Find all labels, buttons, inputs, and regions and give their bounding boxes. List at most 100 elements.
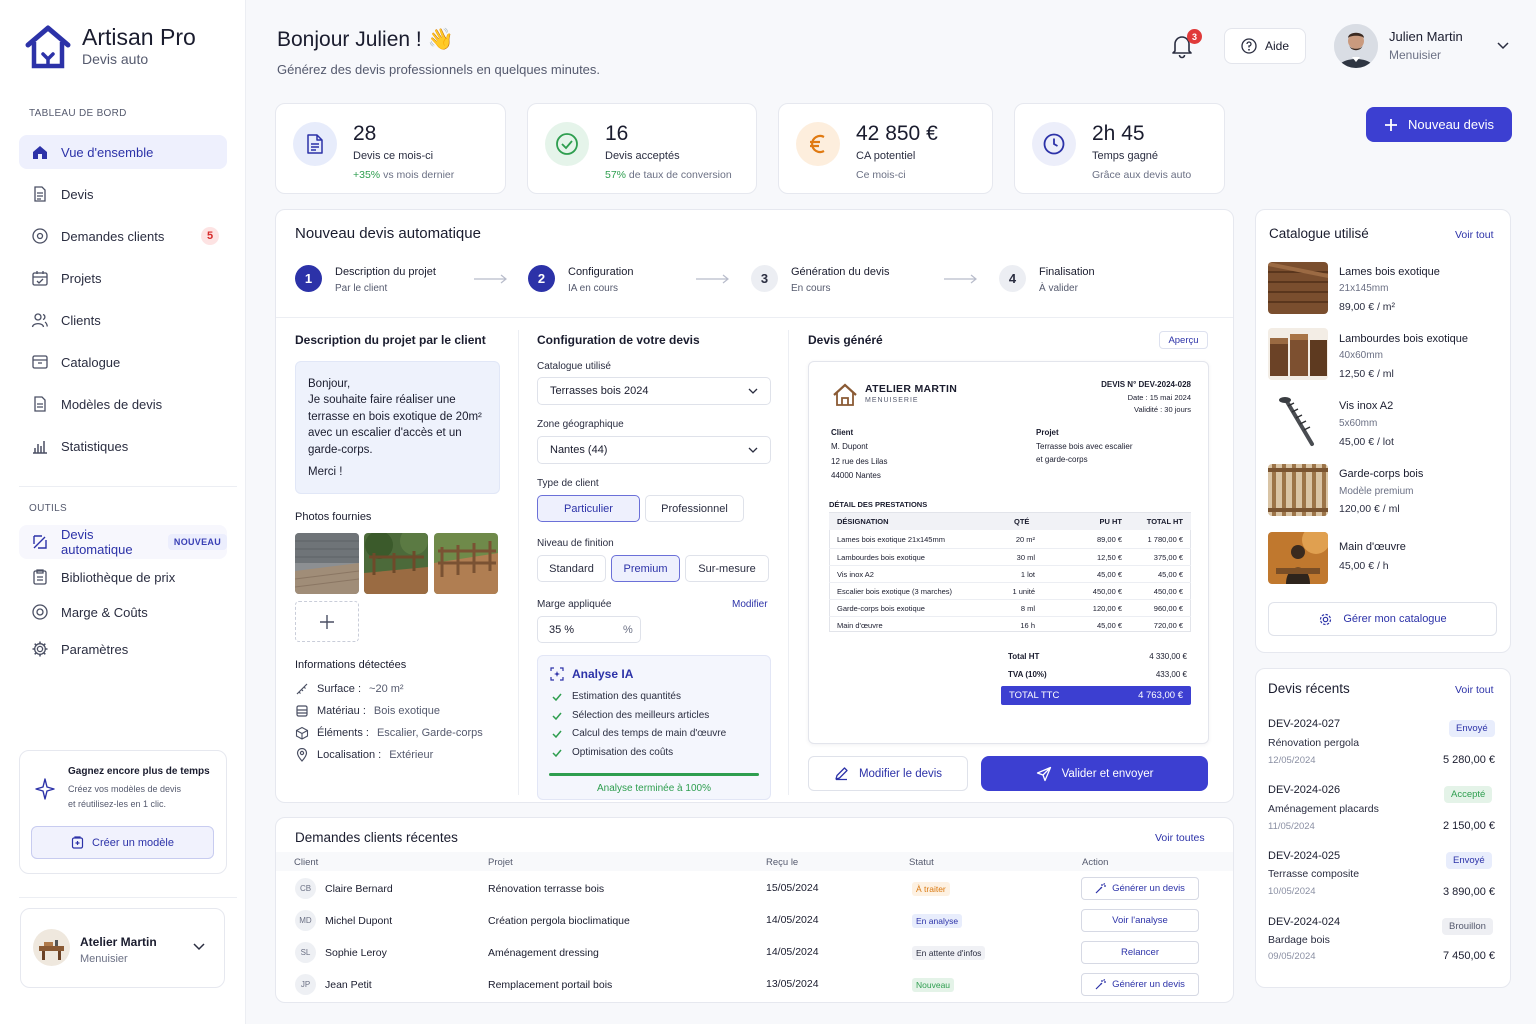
stat-sub: Ce mois-ci [856, 169, 906, 181]
sidebar-item-projects[interactable]: Projets [19, 261, 227, 295]
quote-amount: 5 280,00 € [1443, 754, 1495, 766]
catalogue-title: Catalogue utilisé [1269, 226, 1369, 241]
create-template-button[interactable]: Créer un modèle [31, 826, 214, 859]
edit-quote-button[interactable]: Modifier le devis [808, 756, 968, 791]
home-icon [31, 143, 49, 161]
step-1-title: Description du projet [335, 266, 436, 278]
doc-tva: 433,00 € [1155, 670, 1187, 679]
sidebar-item-label: Statistiques [61, 438, 129, 454]
quote-status-badge: Envoyé [1449, 720, 1495, 737]
sidebar-item-quotes[interactable]: Devis [19, 177, 227, 211]
house-logo-icon [832, 383, 858, 407]
client-type-professionnel[interactable]: Professionnel [645, 495, 744, 522]
project-name: Remplacement portail bois [488, 979, 613, 991]
column-divider [518, 330, 519, 795]
sidebar-item-stats[interactable]: Statistiques [19, 429, 227, 463]
doc-validity: Validité : 30 jours [1134, 405, 1191, 414]
ai-item: Calcul des temps de main d'œuvre [552, 728, 726, 739]
railing-thumbnail [1268, 464, 1328, 516]
client-type-particulier[interactable]: Particulier [537, 495, 640, 522]
quote-date: 12/05/2024 [1268, 755, 1316, 766]
message-line: avec un escalier d'accès et un [308, 427, 462, 440]
sidebar-item-margins[interactable]: Marge & Coûts [19, 595, 227, 629]
remind-button[interactable]: Relancer [1081, 941, 1199, 964]
check-icon [552, 712, 562, 720]
brand[interactable]: Artisan Pro Devis auto [24, 24, 196, 70]
sidebar-item-settings[interactable]: Paramètres [19, 632, 227, 666]
quote-name: Rénovation pergola [1268, 737, 1360, 749]
finish-custom[interactable]: Sur-mesure [685, 555, 769, 582]
box-icon [31, 353, 49, 371]
preview-button[interactable]: Aperçu [1159, 331, 1208, 349]
section-dashboard: TABLEAU DE BORD [29, 108, 127, 119]
quote-name: Terrasse composite [1268, 868, 1360, 880]
ai-analysis-panel: Analyse IA Estimation des quantités Séle… [537, 655, 771, 800]
margin-input[interactable]: 35 % % [537, 616, 641, 643]
generate-quote-button[interactable]: Générer un devis [1081, 877, 1199, 900]
doc-table-row: Garde-corps bois exotique 8 ml 120,00 € 960… [829, 599, 1191, 616]
notification-count: 3 [1187, 29, 1202, 44]
new-quote-button[interactable]: Nouveau devis [1366, 107, 1512, 142]
margin-edit-link[interactable]: Modifier [732, 599, 768, 610]
doc-cell: 450,00 € [1092, 587, 1122, 596]
step-4-number[interactable]: 4 [999, 265, 1026, 292]
step-3-sub: En cours [791, 283, 831, 294]
message-line: Bonjour, [308, 378, 351, 390]
project-photo-1[interactable] [295, 533, 359, 594]
sidebar-item-requests[interactable]: Demandes clients 5 [19, 219, 227, 253]
sidebar-item-catalogue[interactable]: Catalogue [19, 345, 227, 379]
client-name: Jean Petit [325, 979, 372, 991]
sidebar-item-templates[interactable]: Modèles de devis [19, 387, 227, 421]
info-surface: Surface : ~20 m² [295, 682, 404, 696]
sidebar-item-overview[interactable]: Vue d'ensemble [19, 135, 227, 169]
catalogue-see-all[interactable]: Voir tout [1455, 229, 1494, 241]
step-3-title: Génération du devis [791, 266, 890, 278]
sidebar-item-price-library[interactable]: Bibliothèque de prix [19, 560, 227, 594]
project-photo-3[interactable] [434, 533, 498, 594]
doc-table-header: DÉSIGNATION QTÉ PU HT TOTAL HT [829, 513, 1191, 530]
plus-icon [319, 614, 335, 630]
ai-item: Estimation des quantités [552, 691, 681, 702]
step-2-number[interactable]: 2 [528, 265, 555, 292]
doc-cell: 16 h [1020, 621, 1035, 630]
company-switcher[interactable]: Atelier Martin Menuisier [20, 908, 225, 988]
quote-amount: 7 450,00 € [1443, 950, 1495, 962]
stat-time-saved: 2h 45 Temps gagné Grâce aux devis auto [1014, 103, 1225, 194]
step-3-number[interactable]: 3 [751, 265, 778, 292]
generate-quote-button[interactable]: Générer un devis [1081, 973, 1199, 996]
finish-premium[interactable]: Premium [611, 555, 680, 582]
doc-cell: 450,00 € [1153, 587, 1183, 596]
project-photo-2[interactable] [364, 533, 428, 594]
action-label: Générer un devis [1112, 979, 1185, 990]
requests-see-all[interactable]: Voir toutes [1155, 832, 1205, 844]
clipboard-icon [31, 568, 49, 586]
gear-icon [1318, 612, 1333, 627]
doc-client-addr1: 12 rue des Lilas [831, 457, 888, 466]
recent-quotes-see-all[interactable]: Voir tout [1455, 684, 1494, 696]
catalogue-select[interactable]: Terrasses bois 2024 [537, 377, 771, 405]
finish-standard[interactable]: Standard [537, 555, 606, 582]
manage-catalogue-button[interactable]: Gérer mon catalogue [1268, 602, 1497, 636]
finish-label: Niveau de finition [537, 538, 614, 549]
view-analysis-button[interactable]: Voir l'analyse [1081, 909, 1199, 932]
doc-project-2: et garde-corps [1036, 455, 1088, 464]
user-menu[interactable]: Julien Martin Menuisier [1334, 24, 1514, 70]
client-initials: JP [295, 974, 316, 995]
doc-company-sub: MENUISERIE [865, 397, 919, 404]
doc-cell: Vis inox A2 [837, 570, 874, 579]
notifications-button[interactable]: 3 [1170, 29, 1202, 61]
doc-cell: Lames bois exotique 21x145mm [837, 535, 945, 544]
ai-item: Optimisation des coûts [552, 747, 673, 758]
validate-send-button[interactable]: Valider et envoyer [981, 756, 1208, 791]
screw-thumbnail [1268, 396, 1328, 448]
client-name: Claire Bernard [325, 883, 393, 895]
doc-table-row: Lambourdes bois exotique 30 ml 12,50 € 375,… [829, 548, 1191, 565]
add-photo-button[interactable] [295, 601, 359, 642]
quote-date: 11/05/2024 [1268, 821, 1315, 832]
help-button[interactable]: Aide [1224, 28, 1306, 64]
zone-select[interactable]: Nantes (44) [537, 436, 771, 464]
info-key: Localisation : [317, 749, 382, 761]
sidebar-item-clients[interactable]: Clients [19, 303, 227, 337]
sidebar-item-auto-quote[interactable]: Devis automatique NOUVEAU [19, 525, 227, 559]
step-1-number[interactable]: 1 [295, 265, 322, 292]
